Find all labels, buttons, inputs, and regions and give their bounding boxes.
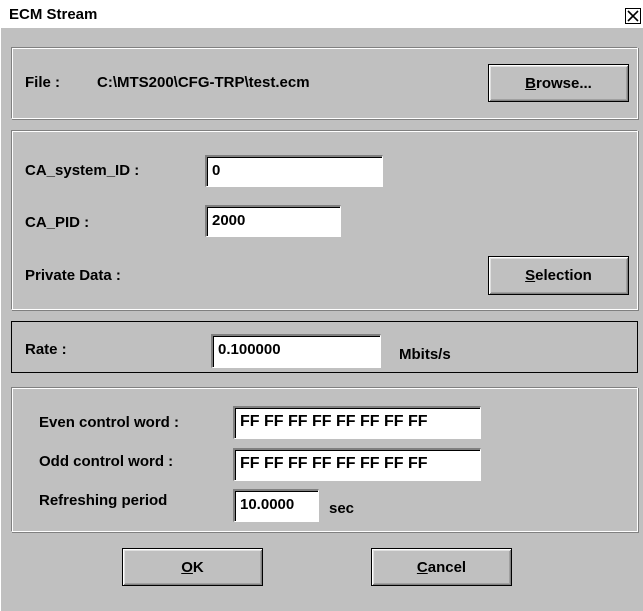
window-title: ECM Stream [9, 6, 98, 23]
ok-label: K [192, 558, 204, 576]
even-control-word-label: Even control word : [39, 414, 180, 431]
title-bar[interactable]: ECM Stream [1, 0, 643, 28]
file-path: C:\MTS200\CFG-TRP\test.ecm [97, 74, 310, 91]
ok-button[interactable]: OK [122, 548, 263, 586]
ok-mnemonic: O [181, 558, 193, 576]
ca-pid-label: CA_PID : [25, 214, 90, 231]
ca-pid-field[interactable]: 2000 [205, 205, 341, 237]
browse-label: rowse... [535, 74, 592, 92]
ca-system-id-label: CA_system_ID : [25, 162, 140, 179]
cancel-button[interactable]: Cancel [371, 548, 512, 586]
selection-button[interactable]: Selection [488, 256, 629, 295]
private-data-label: Private Data : [25, 267, 121, 284]
ecm-stream-dialog: ECM Stream File : C:\MTS200\CFG-TRP\test… [0, 0, 643, 611]
odd-control-word-field[interactable]: FF FF FF FF FF FF FF FF [233, 448, 481, 481]
browse-mnemonic: B [525, 74, 536, 92]
browse-button[interactable]: Browse... [488, 64, 629, 102]
cancel-mnemonic: C [416, 558, 428, 576]
selection-mnemonic: S [525, 267, 536, 284]
refreshing-period-label: Refreshing period [39, 492, 168, 509]
file-label: File : [25, 74, 61, 91]
cancel-label: ancel [427, 558, 467, 576]
even-control-word-field[interactable]: FF FF FF FF FF FF FF FF [233, 406, 481, 439]
refreshing-period-unit: sec [329, 500, 355, 517]
close-icon[interactable] [625, 8, 641, 24]
rate-unit: Mbits/s [399, 346, 451, 363]
odd-control-word-label: Odd control word : [39, 453, 174, 470]
rate-field[interactable]: 0.100000 [211, 334, 381, 368]
selection-label: election [535, 267, 592, 284]
refreshing-period-field[interactable]: 10.0000 [233, 489, 319, 522]
ca-system-id-field[interactable]: 0 [205, 155, 383, 187]
rate-label: Rate : [25, 341, 67, 358]
